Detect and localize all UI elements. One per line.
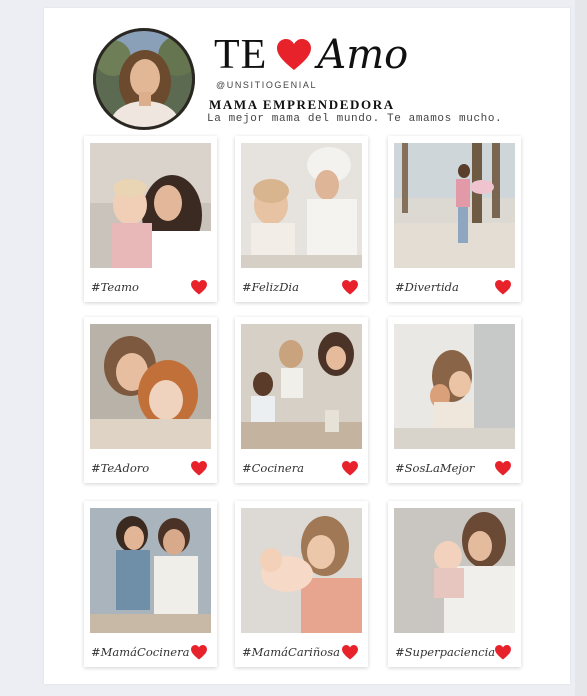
heart-icon[interactable] bbox=[495, 461, 511, 476]
role-heading: MAMA EMPRENDEDORA bbox=[209, 97, 395, 112]
polaroid-card: #Cocinera bbox=[235, 317, 368, 483]
heart-icon[interactable] bbox=[495, 280, 511, 295]
card-caption: #Divertida bbox=[395, 280, 459, 294]
photo bbox=[90, 508, 211, 633]
polaroid-card: #Superpaciencia bbox=[388, 501, 521, 667]
card-caption: #MamáCariñosa bbox=[242, 645, 340, 659]
photo bbox=[90, 143, 211, 268]
polaroid-card: #MamáCocinera bbox=[84, 501, 217, 667]
polaroid-card: #FelizDia bbox=[235, 136, 368, 302]
card-caption: #MamáCocinera bbox=[91, 645, 190, 659]
heart-icon[interactable] bbox=[342, 645, 358, 660]
title-amo: Amo bbox=[317, 32, 409, 78]
handle: @UNSITIOGENIAL bbox=[216, 80, 318, 90]
collage-canvas: TE Amo @UNSITIOGENIAL MAMA EMPRENDEDORA … bbox=[44, 8, 570, 684]
photo bbox=[241, 508, 362, 633]
title-te: TE bbox=[214, 32, 268, 78]
tagline: La mejor mama del mundo. Te amamos mucho… bbox=[207, 113, 503, 125]
polaroid-card: #Teamo bbox=[84, 136, 217, 302]
heart-icon[interactable] bbox=[191, 280, 207, 295]
page-title: TE Amo bbox=[214, 30, 408, 80]
card-caption: #SosLaMejor bbox=[395, 461, 475, 475]
card-caption: #FelizDia bbox=[242, 280, 299, 294]
heart-icon[interactable] bbox=[191, 461, 207, 476]
polaroid-card: #Divertida bbox=[388, 136, 521, 302]
photo bbox=[90, 324, 211, 449]
scrollbar[interactable] bbox=[575, 0, 587, 696]
card-caption: #Teamo bbox=[91, 280, 139, 294]
polaroid-card: #MamáCariñosa bbox=[235, 501, 368, 667]
avatar bbox=[93, 28, 195, 130]
photo bbox=[394, 143, 515, 268]
polaroid-card: #TeAdoro bbox=[84, 317, 217, 483]
card-caption: #Superpaciencia bbox=[395, 645, 496, 659]
polaroid-card: #SosLaMejor bbox=[388, 317, 521, 483]
photo bbox=[241, 143, 362, 268]
photo bbox=[394, 508, 515, 633]
heart-icon[interactable] bbox=[342, 461, 358, 476]
heart-icon[interactable] bbox=[342, 280, 358, 295]
card-caption: #TeAdoro bbox=[91, 461, 150, 475]
photo bbox=[394, 324, 515, 449]
heart-icon bbox=[277, 39, 312, 70]
photo bbox=[241, 324, 362, 449]
heart-icon[interactable] bbox=[191, 645, 207, 660]
card-caption: #Cocinera bbox=[242, 461, 305, 475]
heart-icon[interactable] bbox=[495, 645, 511, 660]
